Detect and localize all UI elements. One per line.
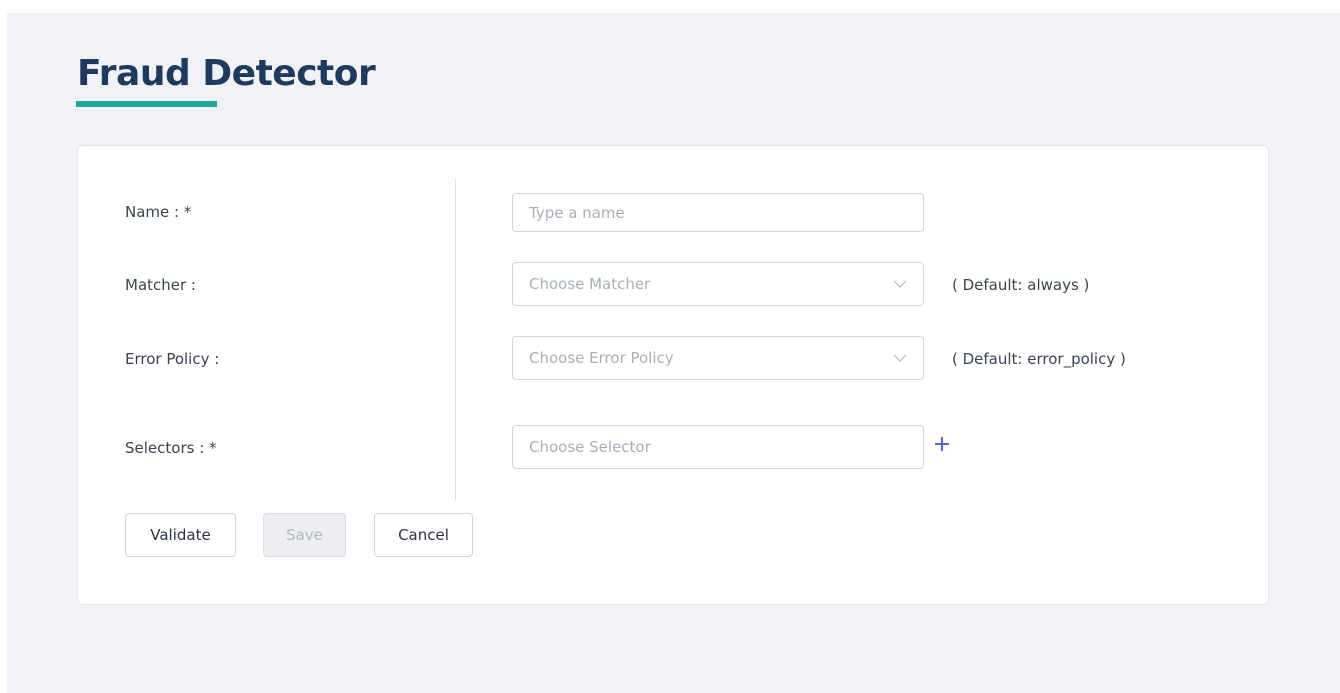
validate-button[interactable]: Validate (125, 513, 236, 557)
selectors-placeholder: Choose Selector (529, 438, 651, 456)
app-background: Fraud Detector Name : * Matcher : Choose… (7, 13, 1340, 693)
error-policy-select[interactable]: Choose Error Policy (512, 336, 924, 380)
save-button[interactable]: Save (263, 513, 346, 557)
plus-icon[interactable] (934, 436, 950, 452)
cancel-button[interactable]: Cancel (374, 513, 473, 557)
name-input[interactable] (513, 194, 923, 231)
error-policy-label: Error Policy : (125, 350, 220, 368)
selectors-select[interactable]: Choose Selector (512, 425, 924, 469)
form-divider (455, 179, 456, 500)
page-title: Fraud Detector (77, 53, 376, 94)
matcher-default-hint: ( Default: always ) (952, 276, 1090, 294)
form-card: Name : * Matcher : Choose Matcher ( Defa… (77, 145, 1269, 605)
selectors-label: Selectors : * (125, 439, 217, 457)
matcher-label: Matcher : (125, 276, 196, 294)
chevron-down-icon[interactable] (893, 353, 907, 363)
title-underline (76, 101, 217, 107)
error-policy-placeholder: Choose Error Policy (529, 349, 674, 367)
matcher-select[interactable]: Choose Matcher (512, 262, 924, 306)
name-field[interactable] (512, 193, 924, 232)
matcher-placeholder: Choose Matcher (529, 275, 651, 293)
name-label: Name : * (125, 203, 192, 221)
chevron-down-icon[interactable] (893, 279, 907, 289)
error-policy-default-hint: ( Default: error_policy ) (952, 350, 1126, 368)
